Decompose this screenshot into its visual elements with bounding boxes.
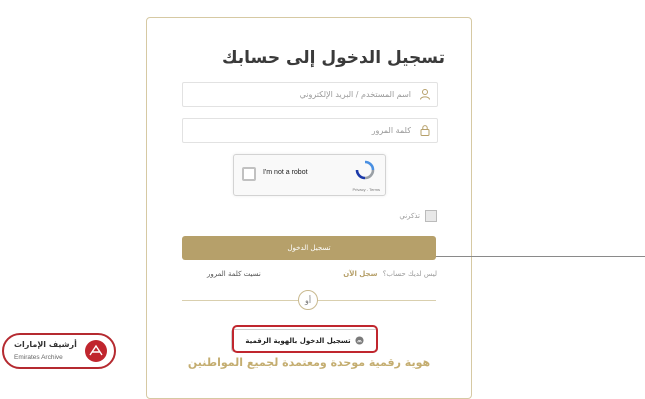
lock-icon [420, 125, 430, 136]
tagline: هوية رقمية موحدة ومعتمدة لجميع المواطنين [187, 356, 431, 369]
username-input[interactable] [189, 85, 411, 103]
recaptcha-label: I'm not a robot [263, 169, 308, 176]
or-badge: أو [298, 290, 318, 310]
remember-label: تذكرني [399, 212, 420, 220]
highlight-box [232, 325, 378, 353]
register-prompt: ليس لديك حساب؟ سجل الآن [343, 270, 437, 278]
recaptcha-checkbox[interactable] [242, 167, 256, 181]
register-link[interactable]: سجل الآن [343, 270, 377, 278]
recaptcha-logo-icon [355, 160, 375, 180]
remember-checkbox[interactable] [425, 210, 437, 222]
password-input[interactable] [189, 121, 411, 139]
remember-me[interactable]: تذكرني [399, 210, 437, 222]
archive-english-label: Emirates Archive [14, 354, 63, 361]
emirates-archive-watermark: أرشيف الإمارات Emirates Archive [2, 333, 116, 369]
username-field[interactable] [182, 82, 438, 107]
archive-logo-icon [85, 340, 107, 362]
archive-arabic-label: أرشيف الإمارات [14, 340, 77, 349]
no-account-text: ليس لديك حساب؟ [382, 270, 437, 278]
recaptcha-widget: I'm not a robot Privacy - Terms [233, 154, 386, 196]
user-icon [420, 89, 430, 100]
forgot-password-link[interactable]: نسيت كلمة المرور [207, 270, 261, 278]
page-title: تسجيل الدخول إلى حسابك [221, 48, 445, 68]
callout-line [436, 256, 645, 257]
password-field[interactable] [182, 118, 438, 143]
login-button[interactable]: تسجيل الدخول [182, 236, 436, 260]
recaptcha-terms[interactable]: Privacy - Terms [353, 187, 380, 192]
